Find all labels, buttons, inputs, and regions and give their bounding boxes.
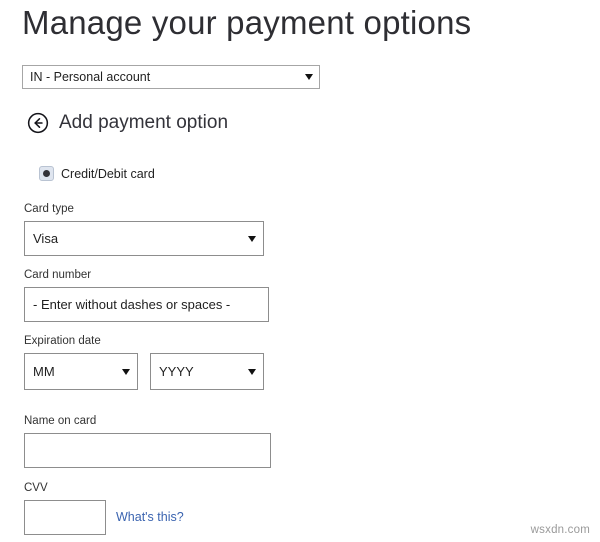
chevron-down-icon xyxy=(305,74,313,80)
card-number-label: Card number xyxy=(24,269,92,281)
add-payment-option-label: Add payment option xyxy=(59,112,229,133)
radio-dot-icon xyxy=(43,170,50,177)
name-on-card-label: Name on card xyxy=(24,415,97,427)
card-type-select[interactable]: Visa xyxy=(24,221,264,256)
payment-method-radio-credit-debit-card[interactable]: Credit/Debit card xyxy=(39,166,155,181)
chevron-down-icon xyxy=(122,368,130,375)
expiration-date-label: Expiration date xyxy=(24,335,101,347)
page-title: Manage your payment options xyxy=(22,4,472,41)
card-number-input[interactable]: - Enter without dashes or spaces - xyxy=(24,287,269,322)
cvv-label: CVV xyxy=(24,482,48,494)
payment-method-label: Credit/Debit card xyxy=(61,166,155,181)
card-type-label: Card type xyxy=(24,203,74,215)
radio-selected-icon[interactable] xyxy=(39,166,54,181)
account-select-value: IN - Personal account xyxy=(30,70,151,84)
add-payment-option-header[interactable]: Add payment option xyxy=(27,112,228,134)
cvv-input[interactable] xyxy=(24,500,106,535)
card-type-value: Visa xyxy=(33,231,59,246)
account-select-dropdown[interactable]: IN - Personal account xyxy=(22,65,320,89)
chevron-down-icon xyxy=(248,235,256,242)
expiration-year-select[interactable]: YYYY xyxy=(150,353,264,390)
card-number-value: - Enter without dashes or spaces - xyxy=(33,297,231,312)
cvv-help-link[interactable]: What's this? xyxy=(116,510,184,524)
name-on-card-input[interactable] xyxy=(24,433,271,468)
chevron-down-icon xyxy=(248,368,256,375)
circle-back-arrow-icon[interactable] xyxy=(27,112,49,134)
watermark: wsxdn.com xyxy=(530,524,590,536)
expiration-month-value: MM xyxy=(33,364,55,379)
expiration-year-value: YYYY xyxy=(159,364,194,379)
expiration-month-select[interactable]: MM xyxy=(24,353,138,390)
